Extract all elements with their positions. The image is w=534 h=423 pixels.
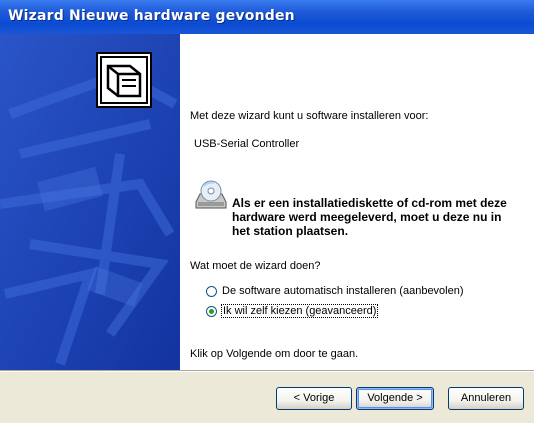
radio-selected-dot <box>209 309 214 314</box>
next-button[interactable]: Volgende > <box>356 387 434 410</box>
cd-rom-icon <box>195 180 227 209</box>
option-manual[interactable]: Ik wil zelf kiezen (geavanceerd) <box>206 304 506 320</box>
wizard-content: Met deze wizard kunt u software installe… <box>180 34 534 370</box>
button-bar: < Vorige Volgende > Annuleren <box>0 372 534 423</box>
title-bar[interactable]: Wizard Nieuwe hardware gevonden <box>0 0 534 34</box>
hardware-wizard-icon <box>96 52 152 108</box>
radio-automatic[interactable] <box>206 286 217 297</box>
option-manual-label: Ik wil zelf kiezen (geavanceerd) <box>220 304 379 318</box>
wizard-banner <box>0 34 180 370</box>
wizard-window: Wizard Nieuwe hardware gevonden Met deze… <box>0 0 534 423</box>
radio-manual[interactable] <box>206 306 217 317</box>
continue-hint: Klik op Volgende om door te gaan. <box>190 348 359 360</box>
device-name: USB-Serial Controller <box>194 138 300 150</box>
intro-text: Met deze wizard kunt u software installe… <box>190 110 429 122</box>
option-automatic[interactable]: De software automatisch installeren (aan… <box>206 284 506 300</box>
back-button[interactable]: < Vorige <box>276 387 352 410</box>
option-automatic-label: De software automatisch installeren (aan… <box>222 285 464 297</box>
cancel-button[interactable]: Annuleren <box>448 387 524 410</box>
banner-graphic <box>0 34 180 370</box>
question-text: Wat moet de wizard doen? <box>190 260 321 272</box>
window-title: Wizard Nieuwe hardware gevonden <box>8 8 295 24</box>
disk-notice: Als er een installatiediskette of cd-rom… <box>232 196 507 238</box>
